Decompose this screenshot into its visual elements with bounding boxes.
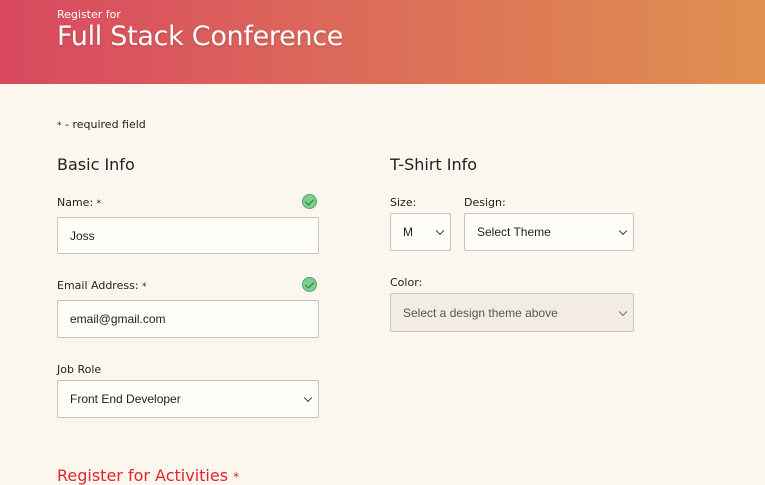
header-pretitle: Register for: [57, 8, 121, 21]
required-note-text: - required field: [61, 118, 146, 131]
name-label-text: Name:: [57, 196, 97, 209]
page-header: Register for Full Stack Conference: [0, 0, 765, 84]
basic-info-title: Basic Info: [57, 155, 135, 174]
chevron-down-icon: [303, 393, 313, 403]
size-select[interactable]: M: [390, 213, 451, 251]
name-field-value: Joss: [70, 228, 95, 243]
tshirt-info-title: T-Shirt Info: [390, 155, 478, 174]
chevron-down-icon: [435, 226, 445, 236]
job-role-value: Front End Developer: [70, 392, 181, 406]
job-role-label: Job Role: [57, 363, 102, 376]
header-title: Full Stack Conference: [57, 21, 344, 52]
check-circle-icon: [302, 194, 317, 209]
activities-title-text: Register for Activities: [57, 466, 234, 485]
color-select[interactable]: Select a design theme above: [390, 293, 634, 332]
email-field-value: email@gmail.com: [70, 312, 166, 326]
design-select[interactable]: Select Theme: [464, 213, 634, 251]
required-star: *: [142, 282, 147, 292]
email-label: Email Address: *: [57, 279, 147, 292]
size-label: Size:: [390, 196, 417, 209]
email-field[interactable]: email@gmail.com: [57, 300, 319, 338]
check-circle-icon: [302, 277, 317, 292]
size-value: M: [403, 225, 413, 239]
activities-title: Register for Activities *: [57, 466, 239, 485]
design-label: Design:: [464, 196, 506, 209]
chevron-down-icon: [618, 226, 628, 236]
name-label: Name: *: [57, 196, 101, 209]
color-value: Select a design theme above: [403, 305, 558, 320]
job-role-select[interactable]: Front End Developer: [57, 380, 319, 418]
chevron-down-icon: [618, 307, 628, 316]
email-label-text: Email Address:: [57, 279, 143, 292]
name-field[interactable]: Joss: [57, 217, 319, 254]
color-label: Color:: [390, 276, 423, 289]
design-value: Select Theme: [477, 225, 551, 239]
required-field-note: * - required field: [57, 118, 146, 131]
required-star: *: [96, 199, 102, 209]
